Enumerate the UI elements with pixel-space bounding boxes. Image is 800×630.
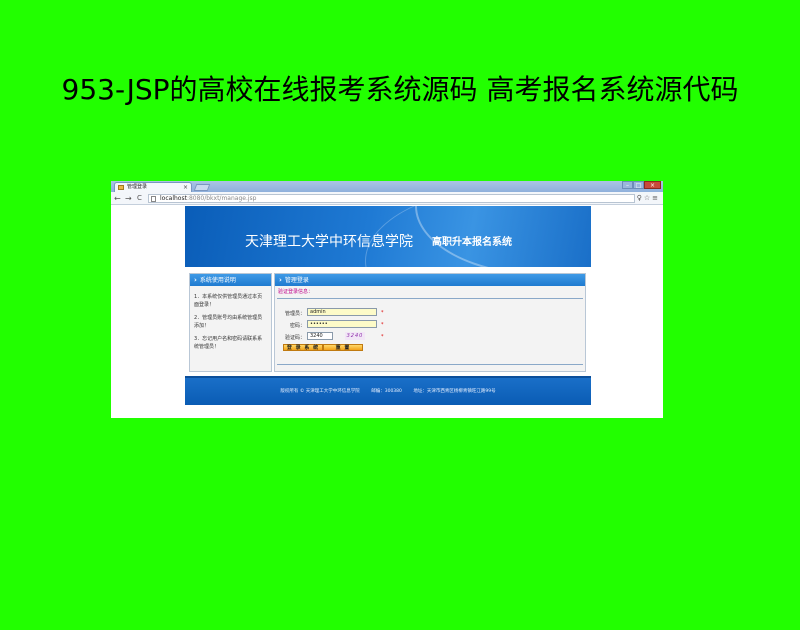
instruction-item: 2．管理员账号均由系统管理员添加！ [194,315,263,329]
instructions-header: › 系统使用说明 [190,274,271,286]
chevron-right-icon: › [194,276,197,284]
instruction-item: 3．忘记用户名和密码请联系系统管理员！ [194,336,263,350]
login-page: 天津理工大学中环信息学院 高职升本报名系统 › 系统使用说明 1．本系统仅供管理员… [185,206,591,405]
address-bar[interactable]: localhost:8080/bkxt/manage.jsp [148,194,635,203]
reset-button[interactable]: 重 置 [323,344,363,351]
browser-tab-bar: 管理登录 × – □ × [111,181,663,192]
login-title: 管理登录 [284,277,309,284]
site-footer: 版权所有 © 天津理工大学中环信息学院 邮编：300380 地址：天津市西青区杨… [185,376,591,405]
username-input[interactable]: admin [307,308,377,316]
instructions-panel: › 系统使用说明 1．本系统仅供管理员通过本页面登录！ 2．管理员账号均由系统管理… [189,273,272,372]
password-label: 密码： [289,323,305,329]
login-header: › 管理登录 [275,274,585,286]
login-panel: › 管理登录 验证登录信息： 管理员： admin * 密码： •••••• * … [274,273,586,372]
login-button[interactable]: 登 录 系 统 [283,344,323,351]
divider [277,298,583,299]
reload-icon[interactable]: C [137,193,142,204]
system-name: 高职升本报名系统 [432,237,512,248]
footer-address: 地址：天津市西青区杨柳青镇旺江路99号 [413,389,496,394]
instructions-title: 系统使用说明 [199,277,236,284]
login-form: 验证登录信息： 管理员： admin * 密码： •••••• * 验证码： 3… [277,288,583,368]
tab-close-icon[interactable]: × [183,183,188,192]
tab-title: 管理登录 [127,184,148,190]
url-path: :8080/bkxt/manage.jsp [186,195,257,202]
forward-arrow-icon[interactable]: → [125,193,132,204]
browser-tab[interactable]: 管理登录 × [114,182,192,192]
chevron-right-icon: › [279,276,282,284]
browser-menu-icons[interactable]: ♀☆≡ [637,193,660,204]
form-tip: 验证登录信息： [278,289,314,295]
footer-info: 版权所有 © 天津理工大学中环信息学院 邮编：300380 地址：天津市西青区杨… [185,388,591,394]
captcha-image[interactable]: 3240 [345,332,365,340]
instruction-item: 1．本系统仅供管理员通过本页面登录！ [194,294,263,308]
browser-toolbar: ← → C localhost:8080/bkxt/manage.jsp ♀☆≡ [111,192,663,205]
browser-screenshot: 管理登录 × – □ × ← → C localhost:8080/bkxt/m… [111,181,663,418]
username-label: 管理员： [284,311,305,317]
required-mark: * [381,322,384,328]
page-icon [151,196,156,202]
password-input[interactable]: •••••• [307,320,377,328]
page-title: 953-JSP的高校在线报考系统源码 高考报名系统源代码 [61,73,739,106]
window-controls: – □ × [622,181,661,189]
divider [277,364,583,365]
captcha-input[interactable]: 3240 [307,332,333,340]
required-mark: * [381,310,384,316]
site-banner: 天津理工大学中环信息学院 高职升本报名系统 [185,206,591,267]
url-host: localhost [160,195,187,202]
school-name: 天津理工大学中环信息学院 [245,234,413,250]
footer-postcode: 邮编：300380 [371,389,402,394]
maximize-button[interactable]: □ [633,181,644,189]
back-arrow-icon[interactable]: ← [114,193,121,204]
captcha-label: 验证码： [284,335,305,341]
favicon-icon [118,185,124,190]
required-mark: * [381,334,384,340]
footer-copyright: 版权所有 © 天津理工大学中环信息学院 [280,389,360,394]
new-tab-button[interactable] [193,184,211,191]
minimize-button[interactable]: – [622,181,633,189]
window-close-button[interactable]: × [644,181,661,189]
